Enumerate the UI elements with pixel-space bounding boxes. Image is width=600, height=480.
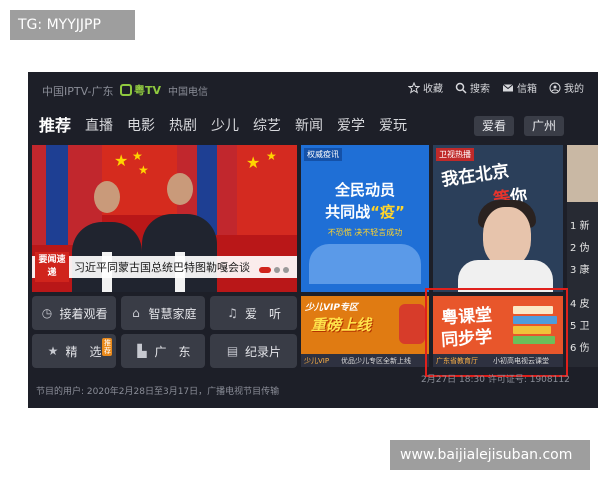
tab-news[interactable]: 新闻 [288, 114, 330, 138]
flag-star-icon: ★ [266, 149, 277, 163]
tab-dramas[interactable]: 热剧 [162, 114, 204, 138]
carousel-dot[interactable] [283, 267, 289, 273]
tile-subtitle: 不恐慌 决不轻言成功 [327, 228, 403, 237]
brand-name: 中国IPTV-广东 [42, 85, 114, 98]
tab-recommend[interactable]: 推荐 [32, 114, 78, 138]
documentary-button[interactable]: ▤ 纪录片 [210, 334, 297, 368]
smart-home-button[interactable]: ⌂ 智慧家庭 [121, 296, 205, 330]
mail-icon [502, 83, 514, 91]
hero-banner[interactable]: ★ ★ ★ ★ ★ 要闻速递 习近平同蒙古国总统巴特图勒嘎会谈 [32, 145, 297, 292]
medical-staff-illustration [309, 244, 421, 284]
iptv-home-screen: 中国IPTV-广东 粤TV 中国电信 收藏 搜索 信箱 我的 推荐 直播 电影 … [28, 72, 598, 408]
kids-vip-headline: 重磅上线 [311, 316, 372, 334]
ranking-item: 6 伤 [570, 343, 590, 354]
tag-label: TG: MYYJJPP [10, 10, 135, 40]
search-button[interactable]: 搜索 [455, 80, 490, 95]
actor-face [483, 207, 531, 267]
kids-vip-tile[interactable]: 少儿VIP专区 重磅上线 少儿VIP 优品少儿专区全新上线 [301, 296, 429, 367]
tile-footer: 少儿VIP 优品少儿专区全新上线 [301, 354, 429, 367]
user-icon [549, 82, 561, 93]
flag-star-icon: ★ [114, 151, 129, 170]
favorites-button[interactable]: 收藏 [408, 80, 443, 95]
guangdong-button[interactable]: ▙ 广 东 [121, 334, 205, 368]
tab-kids[interactable]: 少儿 [204, 114, 246, 138]
beijing-drama-tile[interactable]: 卫视热播 我在北京 等你 [433, 145, 563, 292]
star-icon: ★ [47, 343, 59, 358]
tab-learning[interactable]: 爱学 [330, 114, 372, 138]
tile-tag: 权威疫讯 [304, 148, 342, 161]
tab-games[interactable]: 爱玩 [372, 114, 414, 138]
kids-vip-header: 少儿VIP专区 [305, 303, 358, 313]
person-head [167, 173, 193, 205]
tile-title-line2: 共同战“疫” [325, 203, 405, 221]
home-icon: ⌂ [132, 305, 140, 320]
film-icon: ▤ [226, 343, 239, 358]
site-watermark: www.baijialejisuban.com [390, 440, 590, 470]
tv-icon: ▙ [137, 343, 147, 358]
ranking-image [567, 145, 598, 202]
listen-button[interactable]: ♫ 爱 听 [210, 296, 297, 330]
carousel-dot[interactable] [274, 267, 280, 273]
person-head [94, 181, 120, 213]
search-icon [455, 82, 467, 94]
music-icon: ♫ [227, 305, 238, 320]
top-header: 中国IPTV-广东 粤TV 中国电信 收藏 搜索 信箱 我的 [28, 72, 598, 110]
featured-button[interactable]: ★ 精 选 推荐 [32, 334, 116, 368]
tile-tag: 卫视热播 [436, 148, 474, 161]
highlight-frame [425, 288, 568, 377]
tile-title-line1: 全民动员 [334, 181, 395, 199]
ticker-right: 2月27日 18:30 许可证号: 1908112 [421, 375, 570, 385]
ranking-item: 4 皮 [570, 299, 590, 310]
ranking-item: 3 康 [570, 265, 590, 276]
clock-icon: ◷ [41, 305, 53, 320]
ranking-item: 5 卫 [570, 321, 590, 332]
hero-caption: 习近平同蒙古国总统巴特图勒嘎会谈 [74, 261, 250, 274]
brand-tv-logo: 粤TV [120, 82, 161, 98]
mailbox-button[interactable]: 信箱 [502, 80, 537, 95]
carousel-dot-active[interactable] [259, 267, 271, 273]
aikan-button[interactable]: 爱看 [474, 116, 515, 136]
flag-star-icon: ★ [132, 149, 143, 163]
flag-star-icon: ★ [246, 153, 261, 172]
flag-stripe [46, 145, 68, 245]
ranking-item: 1 新 [570, 221, 590, 232]
screenshot-page: TG: MYYJJPP 中国IPTV-广东 粤TV 中国电信 收藏 搜索 信箱 [0, 0, 600, 480]
star-icon [408, 81, 420, 94]
tab-live[interactable]: 直播 [78, 114, 120, 138]
recommend-badge: 推荐 [102, 338, 112, 356]
city-button[interactable]: 广州 [524, 116, 565, 136]
continue-watching-button[interactable]: ◷ 接着观看 [32, 296, 116, 330]
footer-desc: 优品少儿专区全新上线 [341, 357, 411, 365]
tab-variety[interactable]: 综艺 [246, 114, 288, 138]
bottom-ticker: 节目的用户: 2020年2月28日至3月17日，广播电视节目传输 [36, 387, 280, 397]
ranking-item: 2 伪 [570, 243, 590, 254]
telecom-logo: 中国电信 [168, 87, 208, 98]
profile-button[interactable]: 我的 [549, 80, 584, 95]
footer-label: 少儿VIP [304, 357, 330, 365]
top-actions: 收藏 搜索 信箱 我的 [408, 80, 584, 95]
ranking-list-tile[interactable]: 1 新 2 伪 3 康 4 皮 5 卫 6 伤 [567, 145, 598, 367]
flag-star-icon: ★ [138, 163, 149, 177]
epidemic-tile[interactable]: 权威疫讯 全民动员 共同战“疫” 不恐慌 决不轻言成功 [301, 145, 429, 292]
category-nav: 推荐 直播 电影 热剧 少儿 综艺 新闻 爱学 爱玩 [32, 114, 414, 138]
tv-logo-icon [120, 84, 132, 96]
news-tag: 要闻速递 [35, 252, 69, 282]
tab-movies[interactable]: 电影 [120, 114, 162, 138]
robot-character-icon [399, 304, 425, 344]
carousel-dots[interactable] [259, 267, 289, 273]
